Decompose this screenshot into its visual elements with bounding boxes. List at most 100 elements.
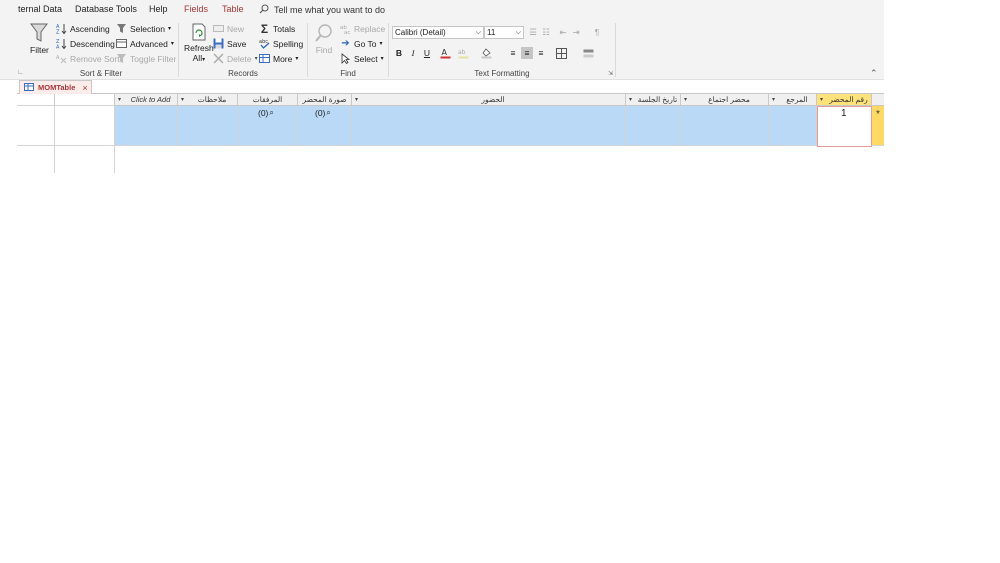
sort-descending-icon: ZA [56,38,67,49]
refresh-all-label: All [192,53,203,63]
selection-button[interactable]: Selection ▾ [116,22,171,35]
chevron-down-icon: ▾ [380,56,384,62]
svg-text:ab: ab [458,49,466,56]
align-right-icon[interactable]: ≡ [535,47,547,59]
tab-fields[interactable]: Fields [184,4,208,14]
chevron-down-icon[interactable]: ▾ [772,96,775,103]
decrease-indent-icon[interactable]: ⇤ [557,26,569,38]
toggle-filter-icon [116,53,127,64]
find-group: Find ab ac Replace ➔ Go To ▾ Select ▾ Fin… [308,19,388,80]
increase-indent-icon[interactable]: ⇥ [570,26,582,38]
find-button[interactable]: Find [314,23,334,55]
column-header-notes[interactable]: ▾ ملاحظات [178,94,238,106]
more-button[interactable]: More ▾ [259,52,298,65]
underline-button[interactable]: U [421,47,433,59]
new-record-label: New [227,23,245,34]
bullets-icon[interactable]: ☰ [527,26,539,38]
cell-click-to-add[interactable] [115,106,178,146]
column-header-label: Click to Add [130,95,171,104]
chevron-down-icon: ⌵ [475,29,481,36]
svg-text:A: A [56,45,60,50]
go-to-label: Go To [354,38,377,49]
sort-filter-group-label: Sort & Filter [79,69,123,78]
filter-button[interactable]: Filter [30,23,49,55]
italic-button[interactable]: I [407,47,419,59]
toggle-filter-label: Toggle Filter [130,53,177,64]
column-header-minutes-number[interactable]: ▾ رقم المحضر [817,94,872,106]
font-color-icon[interactable]: A [439,47,451,59]
paperclip-icon: ⌕ [326,108,331,117]
tab-table[interactable]: Table [222,4,244,14]
doc-tab-momtable[interactable]: MOMTable × [19,80,92,94]
select-button[interactable]: Select ▾ [340,52,384,65]
tab-database-tools[interactable]: Database Tools [75,4,137,14]
ascending-button[interactable]: AZ Ascending [56,22,110,35]
select-all-corner[interactable] [872,94,884,106]
totals-label: Totals [273,23,296,34]
column-header-session-date[interactable]: ▾ تاريخ الجلسة [626,94,681,106]
highlight-color-icon[interactable]: ab [457,47,469,59]
tell-me-box[interactable]: Tell me what you want to do [259,3,385,16]
chevron-down-icon[interactable]: ▾ [820,96,823,103]
tab-help[interactable]: Help [149,4,168,14]
go-to-button[interactable]: ➔ Go To ▾ [340,37,382,50]
cell-reference[interactable] [769,106,817,146]
advanced-label: Advanced [130,38,168,49]
align-left-icon[interactable]: ≡ [507,47,519,59]
advanced-button[interactable]: Advanced ▾ [116,37,174,50]
paperclip-icon: ⌕ [269,108,274,117]
fill-color-icon[interactable] [480,47,492,59]
font-name-select[interactable]: Calibri (Detail) ⌵ [392,26,484,39]
row-selector-new-record[interactable]: * [872,106,884,146]
blank-header [17,94,55,106]
cursor-icon [340,53,351,64]
image-count-value: (0) [315,108,326,118]
toggle-filter-button[interactable]: Toggle Filter [116,52,176,65]
new-record-button[interactable]: New [213,22,244,35]
close-icon[interactable]: × [82,83,87,93]
more-label: More [273,53,293,64]
cell-attachments[interactable]: (0) ⌕ [238,106,298,146]
chevron-down-icon[interactable]: ▾ [118,96,121,103]
replace-label: Replace [354,23,386,34]
cell-notes[interactable] [178,106,238,146]
bold-button[interactable]: B [393,47,405,59]
cell-minutes-image[interactable]: (0) ⌕ [298,106,352,146]
chevron-down-icon[interactable]: ▾ [629,96,632,103]
cell-meeting-minutes[interactable] [681,106,769,146]
descending-label: Descending [70,38,115,49]
alternate-row-color-icon[interactable] [582,47,594,59]
totals-button[interactable]: Σ Totals [259,22,296,36]
blank-cell [17,106,55,146]
column-header-click-to-add[interactable]: ▾ Click to Add [115,94,178,106]
refresh-all-button[interactable]: Refresh All▾ [184,23,214,63]
column-header-meeting-minutes[interactable]: ▾ محضر اجتماع [681,94,769,106]
column-header-minutes-image[interactable]: صورة المحضر [298,94,352,106]
chevron-down-icon[interactable]: ▾ [684,96,687,103]
column-header-attachments[interactable]: المرفقات [238,94,298,106]
blank-cell [55,146,115,173]
cell-attendance[interactable] [352,106,626,146]
font-size-value: 11 [487,28,496,37]
cell-session-date[interactable] [626,106,681,146]
tab-external-data[interactable]: ternal Data [18,4,62,14]
save-button[interactable]: Save [213,37,246,50]
cell-minutes-number[interactable]: 1 [817,106,872,147]
descending-button[interactable]: ZA Descending [56,37,115,50]
collapse-ribbon-icon[interactable]: ⌃ [870,68,878,79]
spelling-button[interactable]: abc Spelling [259,37,303,50]
gridlines-icon[interactable] [555,47,567,59]
dialog-launcher-icon[interactable]: ⇲ [608,70,613,77]
chevron-down-icon[interactable]: ▾ [355,96,358,103]
align-center-icon[interactable]: ≡ [521,47,533,59]
replace-button[interactable]: ab ac Replace [340,22,385,35]
delete-button[interactable]: Delete ▾ [213,52,258,65]
font-size-select[interactable]: 11 ⌵ [484,26,524,39]
text-direction-icon[interactable]: ¶ [591,26,603,38]
column-header-attendance[interactable]: ▾ الحضور [352,94,626,106]
remove-sort-button[interactable]: A Remove Sort [56,52,120,65]
chevron-down-icon[interactable]: ▾ [181,96,184,103]
numbering-icon[interactable]: ☷ [540,26,552,38]
column-header-reference[interactable]: ▾ المرجع [769,94,817,106]
column-header-label: الحضور [481,95,505,104]
